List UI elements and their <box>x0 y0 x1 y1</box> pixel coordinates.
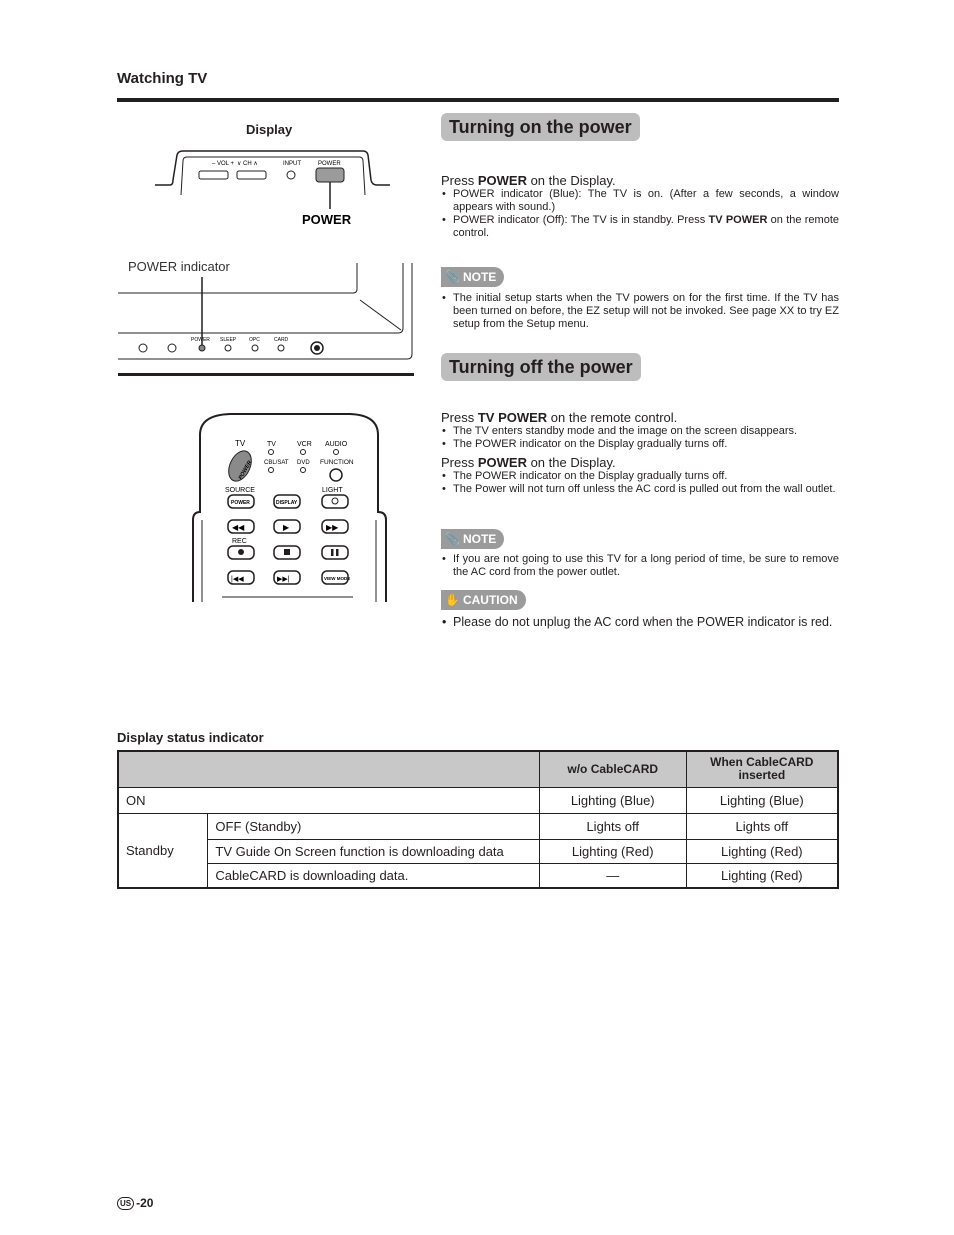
table-header-row: w/o CableCARD When CableCARD inserted <box>117 750 839 788</box>
status-table: w/o CableCARD When CableCARD inserted ON… <box>117 750 839 889</box>
svg-text:DISPLAY: DISPLAY <box>276 500 298 506</box>
svg-text:SLEEP: SLEEP <box>220 337 237 343</box>
caution-tag: ✋ CAUTION <box>441 590 526 610</box>
region-badge: US <box>117 1196 135 1210</box>
paperclip-icon: 📎 <box>445 532 460 546</box>
svg-text:AUDIO: AUDIO <box>325 441 348 448</box>
svg-text:POWER: POWER <box>318 161 341 167</box>
turning-off-heading: Turning off the power <box>441 353 641 381</box>
display-label: Display <box>246 122 293 137</box>
table-title: Display status indicator <box>117 730 264 745</box>
press-instruction: Press POWER on the Display. <box>441 455 616 470</box>
section-header: Watching TV <box>117 70 208 87</box>
note-tag: 📎 NOTE <box>441 529 505 549</box>
svg-text:VIEW MODE: VIEW MODE <box>324 576 350 581</box>
svg-text:REC: REC <box>232 538 247 545</box>
bullet: POWER indicator (Blue): The TV is on. (A… <box>441 188 839 214</box>
svg-text:◀◀: ◀◀ <box>232 523 245 532</box>
display-diagram: – VOL + ∨ CH ∧ INPUT POWER POWER POWER i… <box>118 150 414 376</box>
press-instruction: Press POWER on the Display. <box>441 173 616 188</box>
svg-text:TV: TV <box>235 439 246 448</box>
press-instruction: Press TV POWER on the remote control. <box>441 410 678 425</box>
svg-text:▶: ▶ <box>283 523 290 532</box>
svg-text:CBL/SAT: CBL/SAT <box>264 460 289 466</box>
table-row: TV Guide On Screen function is downloadi… <box>118 838 839 864</box>
caution-bullet: Please do not unplug the AC cord when th… <box>441 615 839 630</box>
svg-text:▶▶|: ▶▶| <box>277 576 290 583</box>
bullet: The TV enters standby mode and the image… <box>441 425 839 438</box>
note-tag: 📎 NOTE <box>441 267 505 287</box>
paperclip-icon: 📎 <box>445 270 460 284</box>
svg-text:TV: TV <box>267 441 276 448</box>
note-bullet: If you are not going to use this TV for … <box>441 553 839 579</box>
table-row: Standby OFF (Standby) Lights off Lights … <box>117 812 839 889</box>
svg-text:VCR: VCR <box>297 441 312 448</box>
bullet: POWER indicator (Off): The TV is in stan… <box>441 214 839 240</box>
svg-text:FUNCTION: FUNCTION <box>320 459 354 466</box>
turning-on-heading: Turning on the power <box>441 113 640 141</box>
note-bullet: The initial setup starts when the TV pow… <box>441 292 839 331</box>
svg-text:POWER indicator: POWER indicator <box>128 259 231 274</box>
svg-text:POWER: POWER <box>231 500 250 506</box>
svg-text:INPUT: INPUT <box>283 161 301 167</box>
svg-text:CARD: CARD <box>274 337 289 343</box>
svg-text:– VOL +: – VOL + <box>212 161 234 167</box>
svg-text:|◀◀: |◀◀ <box>231 576 244 583</box>
svg-text:LIGHT: LIGHT <box>322 487 343 494</box>
svg-text:DVD: DVD <box>297 460 310 466</box>
manual-page: Watching TV Display – VOL + ∨ CH ∧ INPUT… <box>0 0 954 1235</box>
table-row: CableCARD is downloading data. — Lightin… <box>118 862 839 889</box>
page-number: US -20 <box>117 1196 153 1210</box>
bullet: The POWER indicator on the Display gradu… <box>441 438 839 451</box>
svg-text:OPC: OPC <box>249 337 260 343</box>
header-rule <box>117 98 839 102</box>
hand-caution-icon: ✋ <box>445 593 460 607</box>
table-row: ON Lighting (Blue) Lighting (Blue) <box>117 786 839 814</box>
svg-text:▶▶: ▶▶ <box>326 523 339 532</box>
bullet: The POWER indicator on the Display gradu… <box>441 470 839 483</box>
bullet: The Power will not turn off unless the A… <box>441 483 839 496</box>
svg-text:SOURCE: SOURCE <box>225 487 255 494</box>
remote-diagram: TV TV VCR AUDIO CBL/SAT DVD FUNCTION POW… <box>192 413 387 602</box>
svg-text:∨ CH ∧: ∨ CH ∧ <box>237 161 258 167</box>
svg-text:POWER: POWER <box>191 337 210 343</box>
svg-text:POWER: POWER <box>302 212 352 227</box>
